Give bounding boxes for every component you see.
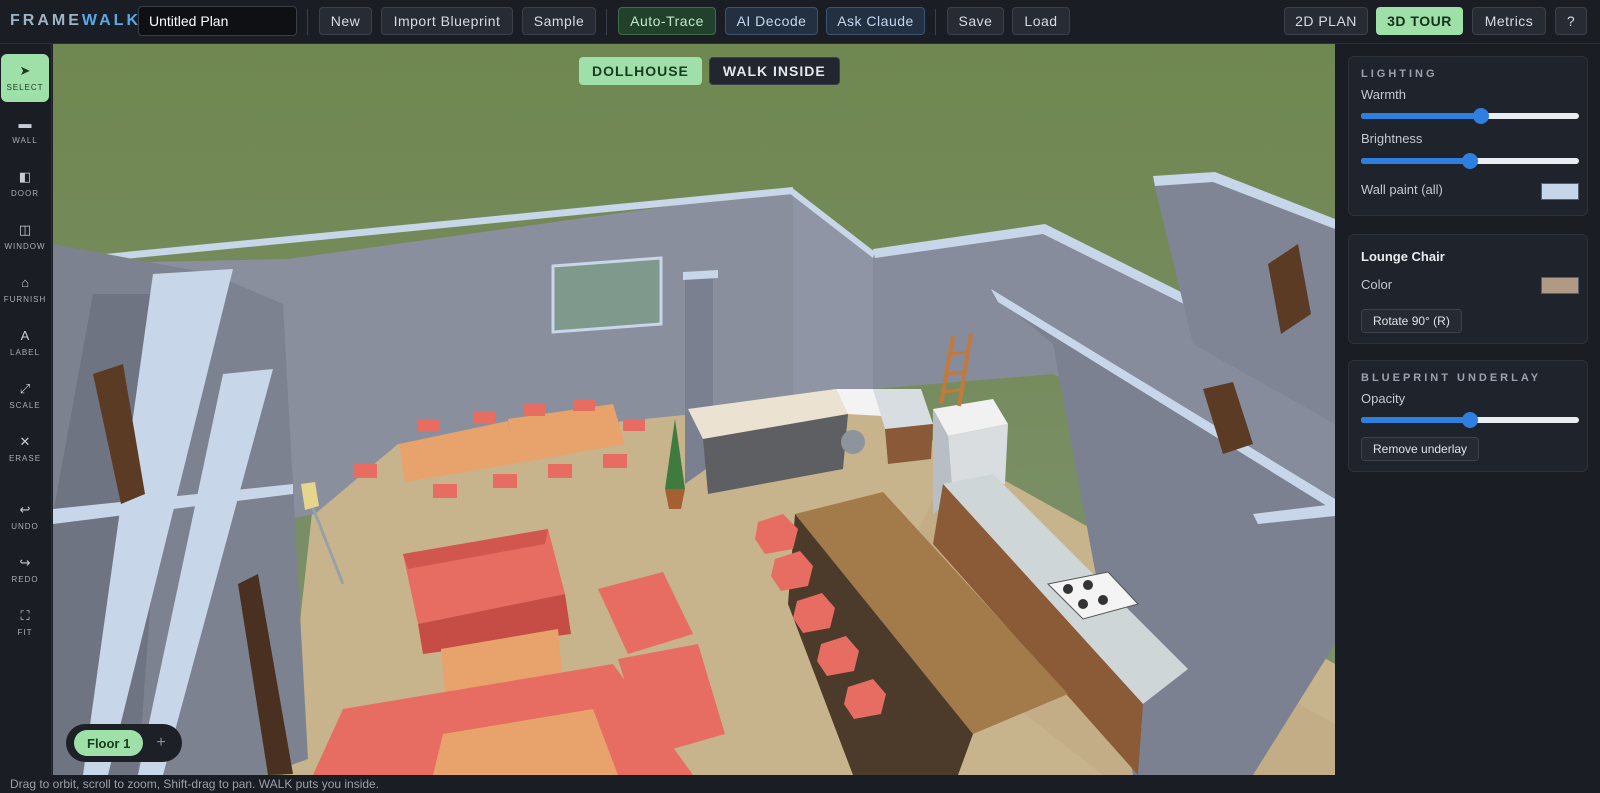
lighting-card: LIGHTING Warmth Brightness Wall paint (a… (1348, 56, 1588, 216)
item-color-swatch[interactable] (1541, 277, 1579, 294)
tool-scale[interactable]: ⤢ SCALE (1, 372, 49, 420)
help-button[interactable]: ? (1555, 7, 1587, 35)
status-bar: Drag to orbit, scroll to zoom, Shift-dra… (0, 775, 1600, 793)
wall-icon: ▬ (18, 116, 32, 131)
tool-door[interactable]: ◧ DOOR (1, 160, 49, 208)
toolbar-divider (606, 9, 607, 35)
tool-label: WALL (12, 136, 38, 145)
tool-fit[interactable]: ⛶ FIT (1, 599, 49, 647)
tool-wall[interactable]: ▬ WALL (1, 107, 49, 155)
plan-name-input[interactable] (138, 6, 297, 36)
tool-window[interactable]: ◫ WINDOW (1, 213, 49, 261)
save-button[interactable]: Save (947, 7, 1004, 35)
sample-button[interactable]: Sample (522, 7, 596, 35)
load-button[interactable]: Load (1012, 7, 1070, 35)
walk-inside-mode-button[interactable]: WALK INSIDE (708, 57, 840, 85)
tool-label: SELECT (6, 83, 44, 92)
slider-knob[interactable] (1472, 108, 1489, 124)
selected-item-title: Lounge Chair (1361, 249, 1445, 264)
logo-text-walk: WALK (81, 12, 141, 29)
add-floor-button[interactable]: + (156, 734, 165, 752)
tool-label: DOOR (11, 189, 39, 198)
brightness-slider[interactable] (1361, 153, 1579, 169)
ai-decode-button[interactable]: AI Decode (725, 7, 818, 35)
window-icon: ◫ (18, 222, 32, 237)
properties-panel: LIGHTING Warmth Brightness Wall paint (a… (1335, 44, 1600, 775)
warmth-slider[interactable] (1361, 108, 1579, 124)
redo-icon: ↪ (19, 555, 31, 570)
slider-knob[interactable] (1462, 153, 1478, 169)
label-icon: A (20, 328, 30, 343)
view-mode-toggle: DOLLHOUSE WALK INSIDE (579, 57, 840, 85)
undo-icon: ↩ (19, 502, 31, 517)
furnish-icon: ⌂ (21, 275, 29, 290)
slider-fill (1361, 158, 1470, 164)
tool-select[interactable]: ➤ SELECT (1, 54, 49, 102)
tool-label: FIT (17, 628, 33, 637)
color-label: Color (1361, 277, 1393, 292)
ask-claude-button[interactable]: Ask Claude (826, 7, 925, 35)
3d-scene[interactable] (53, 44, 1335, 775)
blueprint-underlay-card: BLUEPRINT UNDERLAY Opacity Remove underl… (1348, 360, 1588, 472)
tool-label: ERASE (8, 454, 42, 463)
view-2d-plan-button[interactable]: 2D PLAN (1284, 7, 1368, 35)
app-logo: FRAMEWALK (10, 12, 141, 30)
tool-redo[interactable]: ↪ REDO (1, 546, 49, 594)
opacity-label: Opacity (1361, 391, 1406, 406)
rotate-button[interactable]: Rotate 90° (R) (1361, 309, 1462, 333)
dollhouse-mode-button[interactable]: DOLLHOUSE (579, 57, 702, 85)
slider-fill (1361, 113, 1481, 119)
erase-icon: ✕ (19, 434, 31, 449)
tool-palette: ➤ SELECT ▬ WALL ◧ DOOR ◫ WINDOW ⌂ FURNISH A LA… (0, 44, 52, 775)
auto-trace-button[interactable]: Auto-Trace (618, 7, 716, 35)
metrics-button[interactable]: Metrics (1472, 7, 1546, 35)
warmth-label: Warmth (1361, 87, 1407, 102)
view-3d-tour-button[interactable]: 3D TOUR (1376, 7, 1463, 35)
top-toolbar: FRAMEWALK New Import Blueprint Sample Au… (0, 0, 1600, 44)
floor-tab[interactable]: Floor 1 (74, 730, 144, 756)
slider-fill (1361, 417, 1470, 423)
tool-label: REDO (11, 575, 39, 584)
underlay-title: BLUEPRINT UNDERLAY (1361, 372, 1542, 384)
brightness-label: Brightness (1361, 131, 1423, 146)
tool-label: UNDO (11, 522, 39, 531)
opacity-slider[interactable] (1361, 412, 1579, 428)
tool-label: FURNISH (3, 295, 47, 304)
tool-label: WINDOW (4, 242, 46, 251)
tool-label[interactable]: A LABEL (1, 319, 49, 367)
scale-icon: ⤢ (19, 381, 31, 396)
wall-paint-label: Wall paint (all) (1361, 182, 1443, 197)
window (551, 256, 663, 334)
tool-label: LABEL (10, 348, 40, 357)
fit-icon: ⛶ (20, 608, 30, 623)
tool-label: SCALE (9, 401, 41, 410)
import-blueprint-button[interactable]: Import Blueprint (381, 7, 513, 35)
arrow-cursor-icon: ➤ (19, 63, 31, 78)
sink-cabinet (885, 424, 933, 464)
selection-card: Lounge Chair Color Rotate 90° (R) (1348, 234, 1588, 344)
toolbar-divider (307, 9, 308, 35)
slider-knob[interactable] (1462, 412, 1478, 428)
new-button[interactable]: New (319, 7, 372, 35)
tool-furnish[interactable]: ⌂ FURNISH (1, 266, 49, 314)
door-icon: ◧ (18, 169, 32, 184)
washer-door (841, 430, 865, 454)
3d-viewport[interactable]: DOLLHOUSE WALK INSIDE Floor 1 + (53, 44, 1335, 775)
tool-undo[interactable]: ↩ UNDO (1, 493, 49, 541)
toolbar-divider (935, 9, 936, 35)
remove-underlay-button[interactable]: Remove underlay (1361, 437, 1480, 461)
tool-erase[interactable]: ✕ ERASE (1, 425, 49, 473)
lighting-title: LIGHTING (1361, 68, 1438, 80)
wall-paint-swatch[interactable] (1541, 183, 1579, 200)
floor-selector: Floor 1 + (66, 724, 182, 762)
logo-text-frame: FRAME (10, 12, 82, 29)
